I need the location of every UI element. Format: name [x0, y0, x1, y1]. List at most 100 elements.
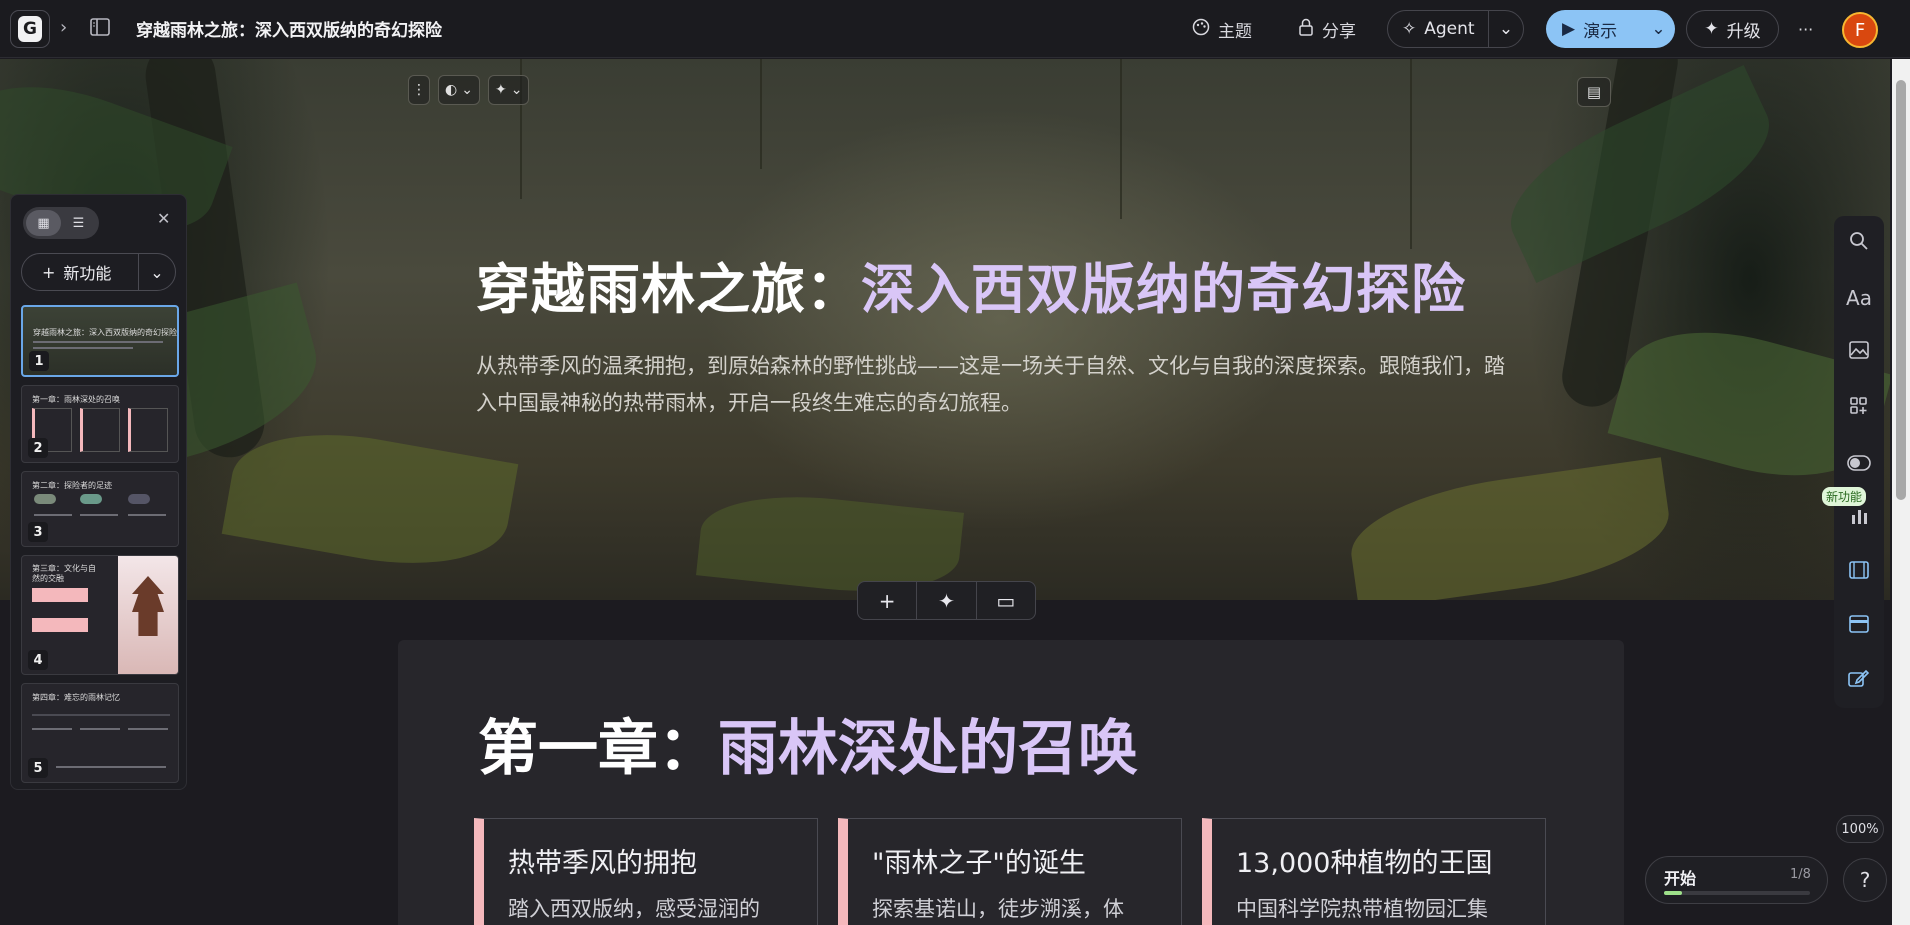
vine-decoration [1410, 59, 1412, 249]
theme-label: 主题 [1218, 21, 1252, 42]
slide-thumbnail[interactable]: 穿越雨林之旅：深入西双版纳的奇幻探险 1 [21, 305, 179, 377]
chevron-down-icon: ⌄ [1651, 19, 1666, 39]
agent-button[interactable]: ✧ Agent [1388, 11, 1488, 47]
hero-title[interactable]: 穿越雨林之旅：深入西双版纳的奇幻探险 [476, 245, 1466, 324]
scrollbar-thumb[interactable] [1896, 80, 1906, 500]
agent-button-group: ✧ Agent ⌄ [1387, 10, 1524, 48]
notes-icon: ▤ [1586, 83, 1602, 101]
layout-icon: ▭ [996, 588, 1016, 613]
new-feature-dropdown[interactable]: ⌄ [139, 254, 175, 290]
help-button[interactable]: ? [1843, 858, 1887, 902]
thumbnail-title: 第二章：探险者的足迹 [32, 481, 112, 490]
thumbnail-card [128, 408, 168, 452]
present-button[interactable]: ▶ 演示 [1546, 10, 1642, 48]
slide-thumbnail[interactable]: 第四章：难忘的雨林记忆 5 [21, 683, 179, 783]
slide-number: 5 [28, 758, 48, 778]
new-feature-button-group: + 新功能 ⌄ [21, 253, 176, 291]
search-icon[interactable] [1834, 231, 1884, 256]
document-title[interactable]: 穿越雨林之旅：深入西双版纳的奇幻探险 [136, 16, 442, 41]
palette-icon: ◐ [445, 82, 458, 98]
thumbnail-text-line [32, 728, 72, 730]
more-options-button[interactable]: ··· [1798, 13, 1813, 45]
present-button-group: ▶ 演示 ⌄ [1546, 10, 1675, 48]
getting-started-progress-text: 1/8 [1790, 867, 1811, 882]
chevron-down-icon: ⌄ [510, 82, 523, 98]
add-card-button[interactable]: + [858, 582, 918, 619]
thumbnail-text-line [128, 514, 166, 516]
sparkle-icon: ✧ [1402, 19, 1417, 39]
close-panel-button[interactable]: ✕ [157, 209, 170, 228]
list-view-button[interactable]: ☰ [61, 210, 96, 236]
hero-subtitle[interactable]: 从热带季风的温柔拥抱，到原始森林的野性挑战——这是一场关于自然、文化与自我的深度… [476, 348, 1516, 422]
agent-dropdown-button[interactable]: ⌄ [1489, 11, 1523, 47]
thumbnail-pagoda-image [118, 556, 178, 674]
slide-number: 3 [28, 522, 48, 542]
title-slide: 穿越雨林之旅：深入西双版纳的奇幻探险 从热带季风的温柔拥抱，到原始森林的野性挑战… [0, 59, 1890, 600]
content-card[interactable]: "雨林之子"的诞生 探索基诺山，徒步溯溪，体 [838, 818, 1182, 925]
speaker-notes-button[interactable]: ▤ [1577, 77, 1611, 107]
slide-thumbnail[interactable]: 第三章：文化与自然的交融 4 [21, 555, 179, 675]
chapter-title-accent: 雨林深处的召唤 [718, 714, 1138, 784]
card-template-icon[interactable] [1834, 614, 1884, 638]
new-feature-label: 新功能 [63, 264, 112, 283]
slide-number: 1 [29, 351, 49, 371]
hero-title-main: 穿越雨林之旅： [476, 258, 861, 321]
pagoda-shape [132, 576, 164, 636]
chart-icon[interactable] [1834, 506, 1884, 530]
content-card[interactable]: 13,000种植物的王国 中国科学院热带植物园汇集 [1202, 818, 1546, 925]
theme-button[interactable]: 主题 [1192, 13, 1252, 45]
hero-title-accent: 深入西双版纳的奇幻探险 [861, 258, 1466, 321]
plus-icon: + [878, 588, 896, 613]
thumbnail-image [80, 494, 102, 504]
filmstrip-icon: ▦ [37, 215, 50, 231]
slide-ai-button[interactable]: ✦ ⌄ [487, 75, 530, 105]
top-bar: G › 穿越雨林之旅：深入西双版纳的奇幻探险 主题 分享 ✧ Agent ⌄ ▶… [0, 0, 1910, 58]
thumbnail-view-button[interactable]: ▦ [26, 210, 61, 236]
card-insert-toolbar: + ✦ ▭ [857, 581, 1036, 620]
text-style-icon[interactable]: Aa [1834, 286, 1884, 310]
card-body: 探索基诺山，徒步溯溪，体 [872, 897, 1124, 921]
content-card[interactable]: 热带季风的拥抱 踏入西双版纳，感受湿润的 [474, 818, 818, 925]
lock-icon [1298, 18, 1314, 41]
getting-started-widget[interactable]: 开始 1/8 [1645, 856, 1828, 904]
sparkle-icon: ✦ [494, 82, 507, 98]
thumbnail-highlight [32, 588, 88, 602]
video-icon[interactable] [1834, 560, 1884, 584]
thumbnail-text-line [34, 514, 72, 516]
thumbnail-highlight [32, 618, 88, 632]
chapter-title[interactable]: 第一章：雨林深处的召唤 [478, 700, 1138, 787]
card-heading: "雨林之子"的诞生 [872, 848, 1086, 879]
zoom-level-button[interactable]: 100% [1836, 815, 1884, 843]
kebab-icon: ⋮ [412, 82, 426, 98]
upgrade-button[interactable]: ✦ 升级 [1686, 10, 1779, 48]
avatar-letter: F [1854, 19, 1866, 41]
slide-style-button[interactable]: ◐ ⌄ [438, 75, 480, 105]
toggle-icon[interactable] [1834, 452, 1884, 476]
add-block-icon[interactable] [1834, 396, 1884, 421]
present-label: 演示 [1583, 21, 1618, 42]
image-icon[interactable] [1834, 340, 1884, 364]
app-logo-button[interactable]: G [10, 10, 50, 48]
ai-generate-card-button[interactable]: ✦ [917, 582, 977, 619]
slide-number: 2 [28, 438, 48, 458]
upgrade-label: 升级 [1726, 21, 1761, 42]
agent-label: Agent [1424, 19, 1475, 39]
getting-started-label: 开始 [1664, 869, 1697, 888]
sidebar-toggle-icon[interactable] [90, 18, 110, 41]
new-feature-button[interactable]: + 新功能 [22, 254, 138, 290]
new-feature-badge: 新功能 [1822, 487, 1867, 506]
edit-icon[interactable] [1834, 668, 1884, 693]
slide-thumbnail[interactable]: 第二章：探险者的足迹 3 [21, 471, 179, 547]
more-icon: ··· [1798, 19, 1814, 39]
user-avatar[interactable]: F [1842, 12, 1878, 48]
slide-thumbnail[interactable]: 第一章：雨林深处的召唤 2 [21, 385, 179, 463]
chevron-right-icon[interactable]: › [60, 17, 67, 38]
card-layout-button[interactable]: ▭ [977, 582, 1035, 619]
thumbnail-image [34, 494, 56, 504]
share-button[interactable]: 分享 [1298, 13, 1356, 45]
chevron-down-icon: ⌄ [1498, 19, 1514, 39]
slide-menu-button[interactable]: ⋮ [408, 75, 430, 105]
present-dropdown-button[interactable]: ⌄ [1642, 10, 1675, 48]
thumbnail-text-line [56, 766, 166, 768]
card-heading: 13,000种植物的王国 [1236, 848, 1493, 879]
